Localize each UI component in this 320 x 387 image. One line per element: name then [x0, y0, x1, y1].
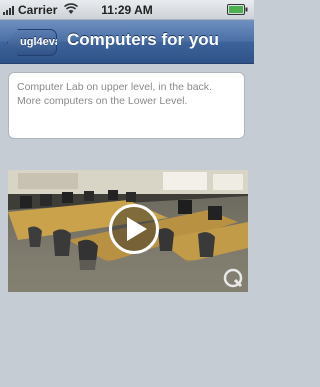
play-button[interactable] — [109, 204, 159, 254]
battery-icon — [227, 4, 248, 15]
quicktime-icon — [223, 268, 243, 288]
description-card: Computer Lab on upper level, in the back… — [8, 72, 245, 139]
description-text: Computer Lab on upper level, in the back… — [17, 81, 212, 107]
back-button[interactable]: ugl4eva — [7, 29, 57, 56]
page-title: Computers for you — [67, 30, 220, 49]
video-thumbnail[interactable] — [8, 170, 248, 292]
status-bar: Carrier 11:29 AM — [0, 0, 254, 20]
clock: 11:29 AM — [101, 3, 153, 17]
play-icon — [127, 217, 147, 241]
navigation-bar: ugl4eva Computers for you — [0, 20, 254, 64]
